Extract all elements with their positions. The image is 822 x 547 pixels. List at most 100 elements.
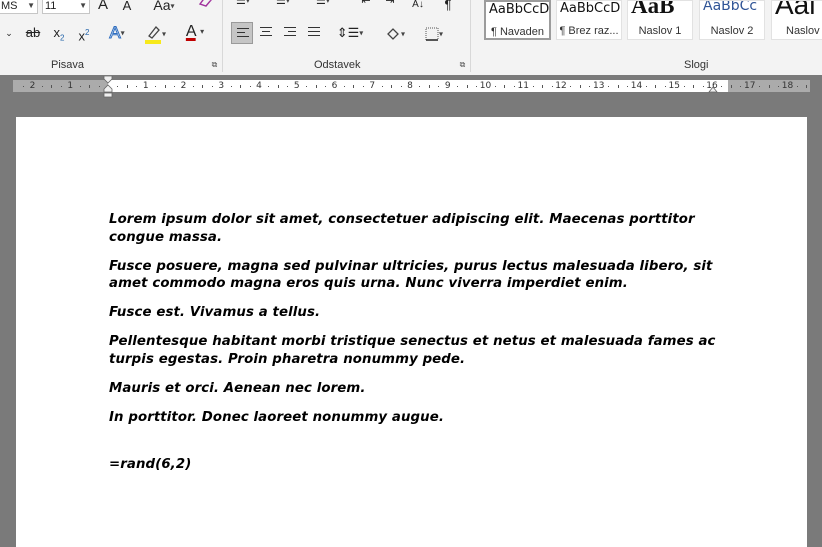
document-body[interactable]: Lorem ipsum dolor sit amet, consectetuer…	[109, 211, 719, 485]
horizontal-ruler[interactable]: 2 1 1 2 3 4 5 6 7 8 9 10 11 12 13 14 15 16 17 18	[13, 76, 810, 98]
ruler-tick	[627, 86, 629, 87]
ruler-tick	[89, 85, 91, 88]
ruler-tick	[806, 85, 808, 88]
chevron-down-icon: ▾	[285, 0, 290, 6]
group-divider	[222, 0, 223, 72]
ruler-tick	[542, 85, 544, 88]
show-formatting-marks-button[interactable]: ¶	[440, 0, 456, 16]
text-effects-button[interactable]: A▾	[102, 22, 132, 44]
right-indent-marker-icon[interactable]	[708, 84, 718, 94]
ruler-tick	[683, 86, 685, 87]
ruler-number: 17	[744, 81, 756, 91]
ruler-tick	[136, 86, 138, 87]
ruler-tick	[579, 85, 581, 88]
ruler-tick	[400, 86, 402, 87]
ruler-number: 5	[293, 81, 300, 91]
bullets-button[interactable]: ☰▾	[230, 0, 256, 12]
chevron-down-icon: ▾	[200, 27, 205, 36]
ruler-number: 14	[630, 81, 643, 91]
paragraph[interactable]: Pellentesque habitant morbi tristique se…	[109, 333, 719, 368]
multilevel-list-button[interactable]: ☰▾	[310, 0, 336, 12]
superscript-button[interactable]: x2	[75, 22, 93, 44]
ruler-number: 1	[67, 81, 74, 91]
sort-button[interactable]: A↓	[408, 0, 428, 16]
ruler-number: 4	[256, 81, 262, 91]
change-case-button[interactable]: Aa▾	[150, 0, 178, 16]
paragraph[interactable]: Fusce est. Vivamus a tellus.	[109, 304, 719, 322]
document-page[interactable]: Lorem ipsum dolor sit amet, consectetuer…	[16, 117, 807, 547]
chevron-down-icon: ▾	[438, 29, 443, 39]
ruler-tick	[740, 86, 742, 87]
chevron-down-icon: ▾	[400, 29, 405, 39]
ruler-tick	[126, 85, 128, 88]
style-no-spacing[interactable]: AaBbCcD ¶ Brez raz...	[556, 0, 622, 40]
font-size-combo[interactable]: 11 ▼	[42, 0, 90, 14]
font-color-button[interactable]: A ▾	[178, 21, 212, 43]
highlighter-icon	[144, 26, 161, 45]
justify-button[interactable]	[303, 22, 325, 44]
ruler-tick	[570, 86, 572, 87]
clear-formatting-button[interactable]	[196, 0, 214, 14]
ruler-tick	[664, 86, 666, 87]
grow-font-button[interactable]: A	[96, 0, 110, 16]
chevron-down-icon[interactable]: ⌄	[4, 22, 14, 44]
ruler-tick	[98, 86, 100, 87]
formula-paragraph[interactable]: =rand(6,2)	[109, 456, 719, 474]
style-normal[interactable]: AaBbCcD ¶ Navaden	[484, 0, 551, 40]
shading-button[interactable]: ▾	[380, 22, 410, 44]
ruler-number: 15	[668, 81, 680, 91]
increase-indent-button[interactable]: ⇥	[380, 0, 400, 12]
subscript-button[interactable]: x2	[50, 22, 68, 44]
paragraph[interactable]: Fusce posuere, magna sed pulvinar ultric…	[109, 258, 719, 293]
align-center-icon	[260, 27, 272, 39]
numbering-button[interactable]: ☰▾	[270, 0, 296, 12]
decrease-indent-button[interactable]: ⇤	[356, 0, 376, 12]
ruler-tick	[353, 85, 355, 88]
align-center-button[interactable]	[255, 22, 277, 44]
borders-icon	[425, 27, 439, 42]
ruler-number: 2	[180, 81, 187, 91]
ruler-tick	[230, 86, 232, 87]
ruler-tick	[551, 86, 553, 87]
justify-icon	[308, 27, 320, 39]
ruler-number: 8	[407, 81, 413, 91]
borders-button[interactable]: ▾	[418, 22, 450, 44]
style-title[interactable]: Aal Naslov	[771, 0, 822, 40]
strikethrough-button[interactable]: ab	[24, 22, 42, 44]
highlight-color-button[interactable]: ▾	[140, 22, 170, 45]
align-right-icon	[284, 27, 296, 39]
ribbon: MS ▼ 11 ▼ A A Aa▾ ⌄ ab x2 x2 A▾ ▾ A ▾ Pi…	[0, 0, 822, 76]
chevron-down-icon: ▾	[170, 1, 175, 11]
ruler-tick	[476, 86, 478, 87]
paragraph[interactable]: In porttitor. Donec laoreet nonummy augu…	[109, 409, 719, 427]
style-heading-1[interactable]: AaB Naslov 1	[627, 0, 693, 40]
ruler-tick	[381, 86, 383, 87]
shrink-font-button[interactable]: A	[120, 0, 134, 17]
ruler-tick	[428, 85, 430, 88]
ruler-tick	[192, 86, 194, 87]
ruler-tick	[60, 86, 62, 87]
paragraph[interactable]: Mauris et orci. Aenean nec lorem.	[109, 380, 719, 398]
paragraph-dialog-launcher-icon[interactable]: ⧉	[458, 60, 467, 69]
align-left-icon	[237, 28, 249, 40]
ruler-tick	[268, 86, 270, 87]
ruler-number: 11	[517, 81, 529, 91]
ruler-number: 12	[555, 81, 567, 91]
first-line-indent-marker-icon[interactable]	[103, 76, 113, 98]
ruler-tick	[457, 86, 459, 87]
group-label-styles: Slogi	[684, 59, 709, 71]
style-heading-2[interactable]: AaBbCc Naslov 2	[699, 0, 765, 40]
ruler-tick	[343, 86, 345, 87]
line-spacing-button[interactable]: ⇕☰▾	[334, 22, 366, 44]
ruler-tick	[693, 85, 695, 88]
align-left-button[interactable]	[231, 22, 253, 44]
ruler-tick	[702, 86, 704, 87]
ruler-tick	[117, 86, 119, 87]
paragraph[interactable]: Lorem ipsum dolor sit amet, consectetuer…	[109, 211, 719, 246]
group-divider	[470, 0, 471, 72]
align-right-button[interactable]	[279, 22, 301, 44]
ruler-tick	[778, 86, 780, 87]
ruler-tick	[249, 86, 251, 87]
font-dialog-launcher-icon[interactable]: ⧉	[210, 60, 219, 69]
font-name-combo[interactable]: MS ▼	[0, 0, 38, 14]
